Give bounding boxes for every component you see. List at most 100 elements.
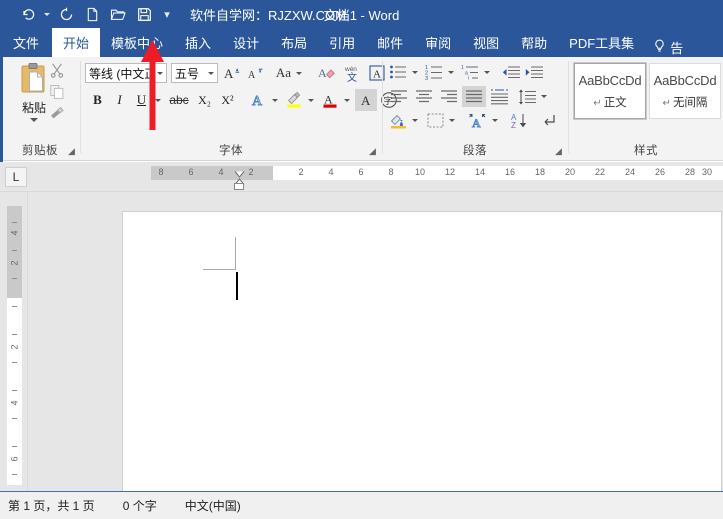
bullets-dropdown-icon[interactable]: [409, 62, 420, 82]
tab-insert[interactable]: 插入: [174, 28, 222, 57]
new-document-icon[interactable]: [80, 3, 104, 25]
font-size-combo[interactable]: 五号: [171, 63, 218, 83]
character-shading-button[interactable]: A: [355, 89, 377, 111]
chinese-layout-button[interactable]: A: [465, 110, 489, 131]
ruler-number: 18: [534, 167, 545, 177]
text-effects-button[interactable]: A: [247, 89, 269, 111]
tab-template-center[interactable]: 模板中心: [100, 28, 174, 57]
text-effects-dropdown-icon[interactable]: [269, 89, 281, 111]
line-spacing-dropdown-icon[interactable]: [538, 86, 549, 107]
decrease-indent-button[interactable]: [500, 62, 522, 82]
copy-button[interactable]: [46, 82, 68, 102]
grow-font-button[interactable]: A: [221, 62, 243, 84]
font-color-dropdown-icon[interactable]: [341, 89, 353, 111]
align-left-button[interactable]: [387, 86, 411, 107]
format-painter-button[interactable]: [46, 104, 68, 124]
style-item-no-spacing[interactable]: AaBbCcDd ↵ 无间隔: [649, 63, 721, 119]
vertical-ruler[interactable]: 4 2 2 4 6: [0, 192, 28, 491]
distribute-button[interactable]: [487, 86, 511, 107]
underline-button[interactable]: U: [131, 89, 152, 111]
customize-qat-icon[interactable]: ▾: [158, 3, 176, 25]
font-size-dropdown-icon[interactable]: [204, 71, 217, 75]
font-name-combo[interactable]: 等线 (中文正文): [85, 63, 167, 83]
multilevel-list-button[interactable]: 1ai: [459, 62, 481, 82]
strikethrough-button[interactable]: abc: [166, 89, 192, 111]
redo-icon[interactable]: [54, 3, 78, 25]
svg-text:A: A: [224, 66, 234, 81]
tab-design[interactable]: 设计: [222, 28, 270, 57]
tab-home[interactable]: 开始: [52, 28, 101, 57]
tab-file[interactable]: 文件: [0, 28, 52, 57]
open-folder-icon[interactable]: [106, 3, 130, 25]
numbering-button[interactable]: 123: [423, 62, 445, 82]
tab-review[interactable]: 审阅: [414, 28, 462, 57]
borders-dropdown-icon[interactable]: [446, 110, 457, 131]
clear-formatting-button[interactable]: A: [315, 62, 339, 84]
align-center-button[interactable]: [412, 86, 436, 107]
shading-button[interactable]: [387, 110, 409, 131]
language-indicator[interactable]: 中文(中国): [171, 497, 255, 514]
numbering-dropdown-icon[interactable]: [445, 62, 456, 82]
cut-button[interactable]: [46, 60, 68, 80]
increase-indent-button[interactable]: [523, 62, 545, 82]
ribbon-group-clipboard: 粘贴 剪贴板 ◢: [0, 57, 80, 160]
left-indent-marker[interactable]: [234, 183, 244, 190]
brand-text: 软件自学网：RJZXW.COM: [190, 7, 346, 23]
text-highlight-button[interactable]: [283, 89, 305, 111]
page-indicator[interactable]: 第 1 页，共 1 页: [0, 497, 109, 514]
superscript-button[interactable]: X²: [216, 89, 239, 111]
svg-text:A: A: [361, 93, 371, 108]
first-line-indent-marker[interactable]: [234, 167, 245, 178]
pilcrow-icon: ↵: [593, 97, 602, 109]
paste-dropdown-icon[interactable]: [30, 118, 38, 122]
change-case-button[interactable]: Aa: [272, 62, 306, 84]
borders-button[interactable]: [424, 110, 446, 131]
ruler-number: 2: [248, 167, 254, 177]
tab-layout[interactable]: 布局: [270, 28, 318, 57]
shading-dropdown-icon[interactable]: [409, 110, 420, 131]
save-icon[interactable]: [132, 3, 156, 25]
multilevel-list-dropdown-icon[interactable]: [481, 62, 492, 82]
tell-me-search[interactable]: 告: [645, 38, 683, 57]
horizontal-ruler[interactable]: L 8 6 4 2 2 4 6 8 10 12 14 16 18 20 22 2…: [0, 162, 723, 192]
font-color-button[interactable]: A: [319, 89, 341, 111]
align-right-button[interactable]: [437, 86, 461, 107]
underline-dropdown-icon[interactable]: [152, 89, 164, 111]
tab-references[interactable]: 引用: [318, 28, 366, 57]
font-dialog-launcher[interactable]: ◢: [367, 146, 378, 157]
undo-icon[interactable]: [16, 3, 40, 25]
subscript-button[interactable]: X₂: [193, 89, 216, 111]
bold-button[interactable]: B: [87, 89, 108, 111]
strikethrough-label: abc: [169, 93, 189, 107]
hanging-indent-marker[interactable]: [234, 174, 245, 185]
tab-help[interactable]: 帮助: [510, 28, 558, 57]
tab-view[interactable]: 视图: [462, 28, 510, 57]
ruler-number: 6: [358, 167, 364, 177]
italic-button[interactable]: I: [109, 89, 130, 111]
style-item-normal[interactable]: AaBbCcDd ↵ 正文: [573, 62, 647, 120]
bullets-button[interactable]: [387, 62, 409, 82]
tab-mailings[interactable]: 邮件: [366, 28, 414, 57]
tab-stop-selector[interactable]: L: [5, 167, 27, 187]
shrink-font-button[interactable]: A: [244, 62, 266, 84]
change-case-dropdown-icon[interactable]: [296, 71, 303, 75]
sort-button[interactable]: AZ: [507, 110, 531, 131]
paragraph-dialog-launcher[interactable]: ◢: [553, 146, 564, 157]
word-count[interactable]: 0 个字: [109, 497, 171, 514]
paste-label: 粘贴: [21, 101, 46, 115]
phonetic-guide-button[interactable]: wén 文: [340, 61, 364, 85]
show-marks-button[interactable]: [538, 110, 560, 131]
chinese-layout-dropdown-icon[interactable]: [489, 110, 500, 131]
svg-text:Z: Z: [511, 121, 516, 129]
document-area[interactable]: [28, 192, 723, 501]
document-page[interactable]: [122, 211, 722, 501]
undo-dropdown-icon[interactable]: [42, 3, 52, 25]
text-highlight-dropdown-icon[interactable]: [305, 89, 317, 111]
tab-pdf-tools[interactable]: PDF工具集: [558, 28, 645, 57]
line-spacing-button[interactable]: [516, 86, 538, 107]
clipboard-dialog-launcher[interactable]: ◢: [66, 146, 77, 157]
justify-button[interactable]: [462, 86, 486, 107]
title-bar: ▾ 软件自学网：RJZXW.COM: [0, 0, 723, 28]
margin-corner-horizontal: [203, 269, 236, 270]
font-name-dropdown-icon[interactable]: [153, 71, 166, 75]
